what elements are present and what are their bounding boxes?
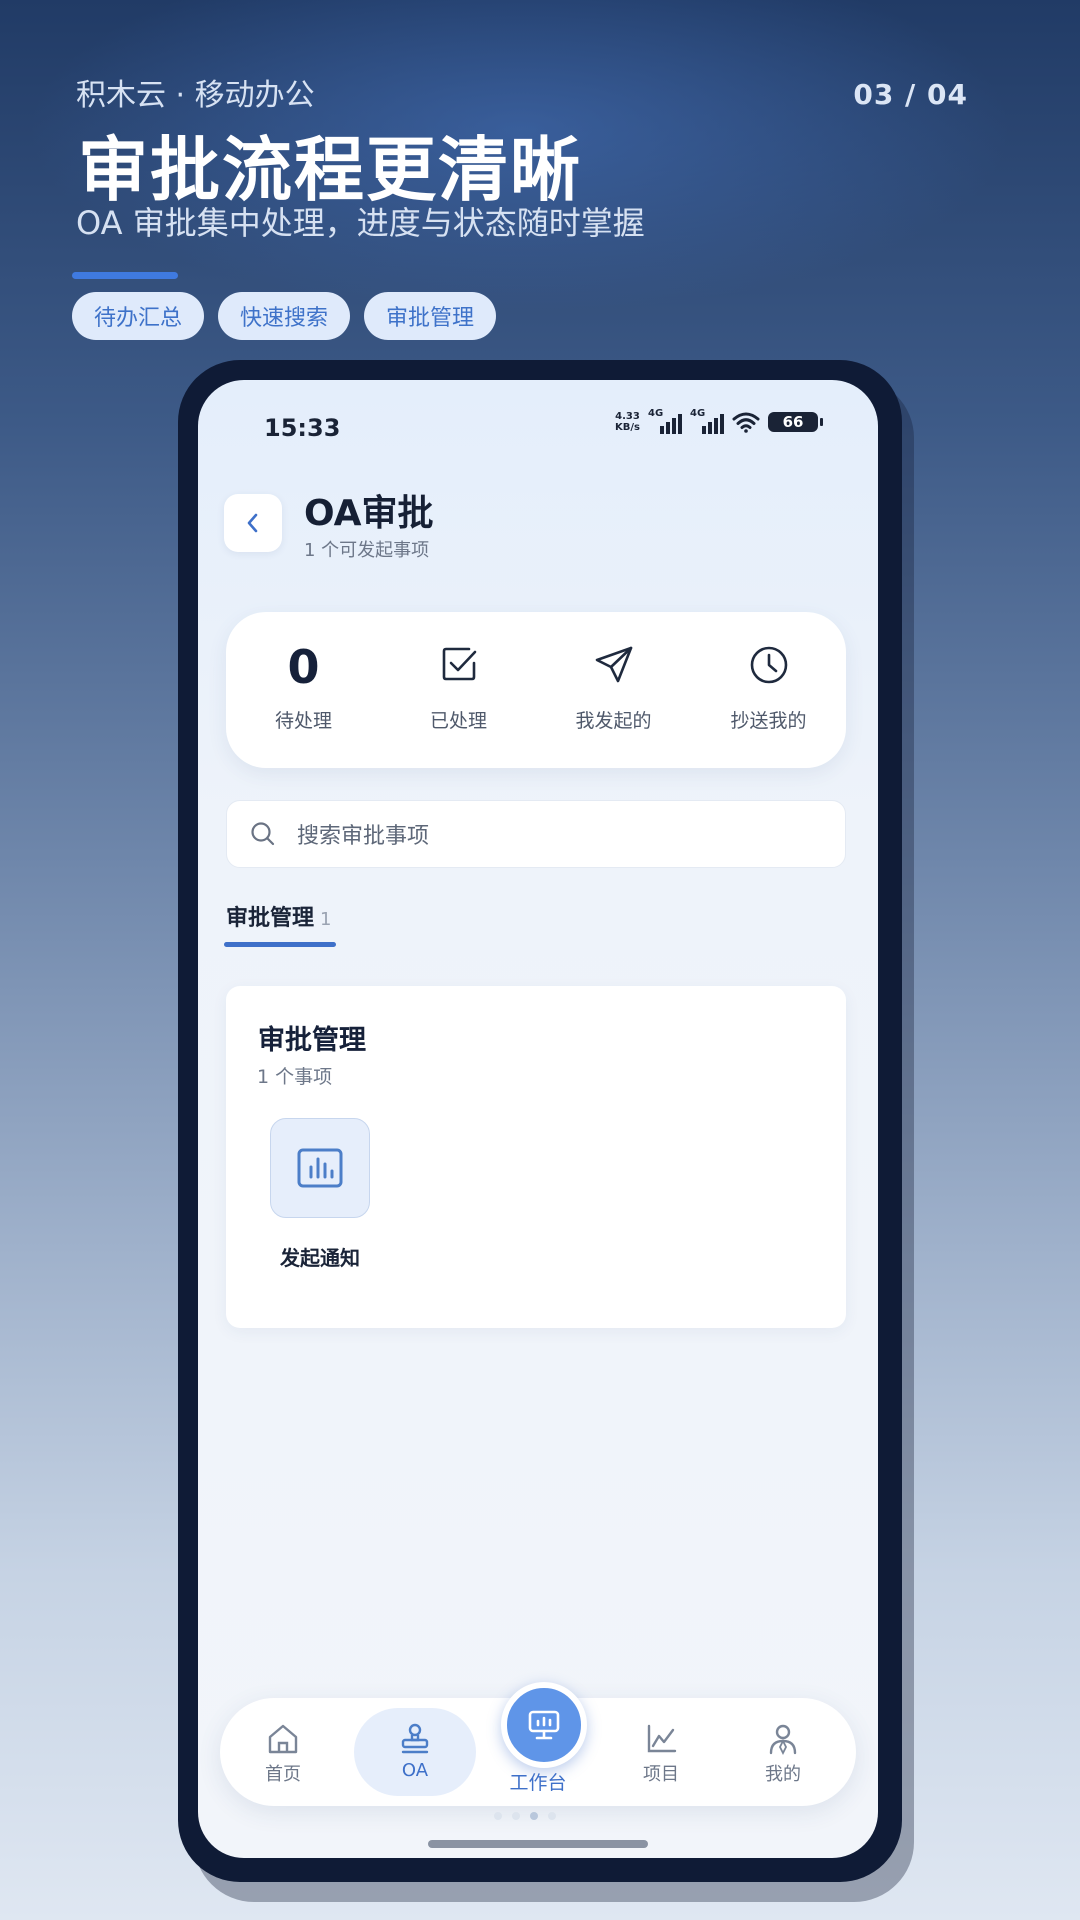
nav-workbench-button[interactable] [501,1682,587,1768]
stat-pending[interactable]: 0 待处理 [226,612,381,768]
stat-initiated[interactable]: 我发起的 [536,612,691,768]
stat-label: 抄送我的 [730,710,807,732]
feature-chips: 待办汇总 快速搜索 审批管理 [72,292,497,340]
home-icon [268,1724,298,1754]
send-icon [595,646,632,683]
tab-label: 审批管理 [226,906,315,931]
nav-workbench-label[interactable]: 工作台 [483,1768,593,1795]
stat-label: 待处理 [274,710,332,732]
accent-bar [72,272,178,279]
tab-count: 1 [320,909,332,930]
nav-mine[interactable]: 我的 [728,1698,838,1806]
brand-text: 积木云 · 移动办公 [76,78,315,113]
bottom-nav: 首页 OA 工作台 项目 我的 [220,1682,856,1806]
chart-line-icon [647,1724,677,1753]
page-title: OA审批 [304,493,434,534]
tab-approval-mgmt[interactable]: 审批管理 1 [226,900,331,932]
search-placeholder: 搜索审批事项 [297,824,430,849]
battery-icon: 66 [768,412,823,432]
subheadline: OA 审批集中处理，进度与状态随时掌握 [76,204,645,242]
stamp-icon [401,1723,429,1754]
slide-pager: 03 / 04 [853,78,968,111]
chart-icon [297,1148,343,1188]
page-dots [494,1812,556,1820]
approval-group-card: 审批管理 1 个事项 发起通知 [226,986,846,1328]
chip-quick-search: 快速搜索 [218,292,351,340]
launch-notice-label[interactable]: 发起通知 [256,1242,384,1271]
signal-icon: 4G [690,408,724,434]
monitor-icon [528,1710,560,1740]
phone-frame: 15:33 4.33 KB/s 4G 4G 66 OA审批 1 个可发起事项 0… [178,360,902,1882]
launch-notice-tile[interactable] [270,1118,370,1218]
pending-count: 0 [287,640,320,694]
phone-screen: 15:33 4.33 KB/s 4G 4G 66 OA审批 1 个可发起事项 0… [198,380,878,1858]
nav-home[interactable]: 首页 [228,1698,338,1806]
back-button[interactable] [224,494,282,552]
stat-label: 我发起的 [575,710,652,732]
stats-card: 0 待处理 已处理 我发起的 抄送我的 [226,612,846,768]
checkbox-icon [442,647,476,681]
chevron-left-icon [247,513,258,533]
stat-label: 已处理 [429,710,487,732]
nav-oa[interactable]: OA [360,1698,470,1806]
group-subtitle: 1 个事项 [257,1066,333,1088]
tab-underline [224,942,336,947]
search-input[interactable]: 搜索审批事项 [226,800,846,868]
user-icon [769,1724,797,1756]
page-subtitle: 1 个可发起事项 [304,540,430,561]
home-indicator [428,1840,648,1848]
stat-processed[interactable]: 已处理 [381,612,536,768]
signal-icon: 4G [648,408,682,434]
stat-cc[interactable]: 抄送我的 [691,612,846,768]
status-icons: 4.33 KB/s 4G 4G 66 [615,408,823,434]
clock-icon [750,646,787,684]
chip-approval-mgmt: 审批管理 [364,292,497,340]
search-icon [251,822,275,846]
status-time: 15:33 [264,414,341,442]
group-title: 审批管理 [258,1025,366,1056]
wifi-icon [732,412,760,433]
nav-projects[interactable]: 项目 [606,1698,716,1806]
chip-todo-summary: 待办汇总 [72,292,205,340]
net-speed: 4.33 KB/s [615,411,640,433]
